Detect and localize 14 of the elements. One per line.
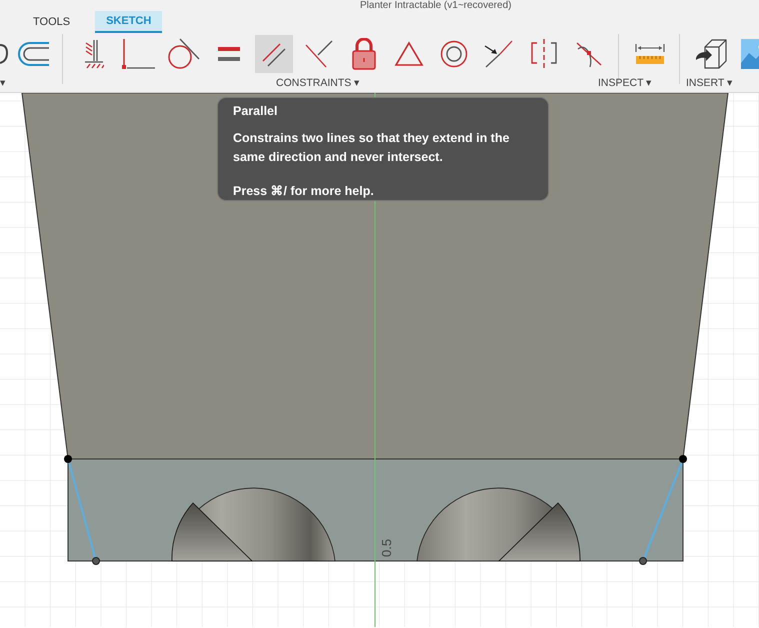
group-menu[interactable]: INSPECT ▾ (598, 76, 652, 92)
window-title: Planter Intractable (v1~recovered) (360, 0, 512, 11)
sketch-point[interactable] (64, 455, 72, 463)
tooltip-description: Constrains two lines so that they extend in the same direction and never intersect. (233, 130, 510, 166)
parallel-icon[interactable] (255, 35, 293, 73)
group-menu[interactable]: CONSTRAINTS ▾ (276, 76, 360, 92)
sketch-point[interactable] (639, 557, 647, 565)
tab[interactable]: TOOLS (22, 11, 82, 33)
tooltip-hint: Press ⌘/ for more help. (233, 183, 375, 200)
sketch-point[interactable] (679, 455, 687, 463)
group-menu[interactable]: ▾ (0, 76, 6, 92)
tooltip-title: Parallel (233, 103, 278, 120)
sketch-point[interactable] (92, 557, 100, 565)
group-menu[interactable]: INSERT ▾ (686, 76, 734, 92)
